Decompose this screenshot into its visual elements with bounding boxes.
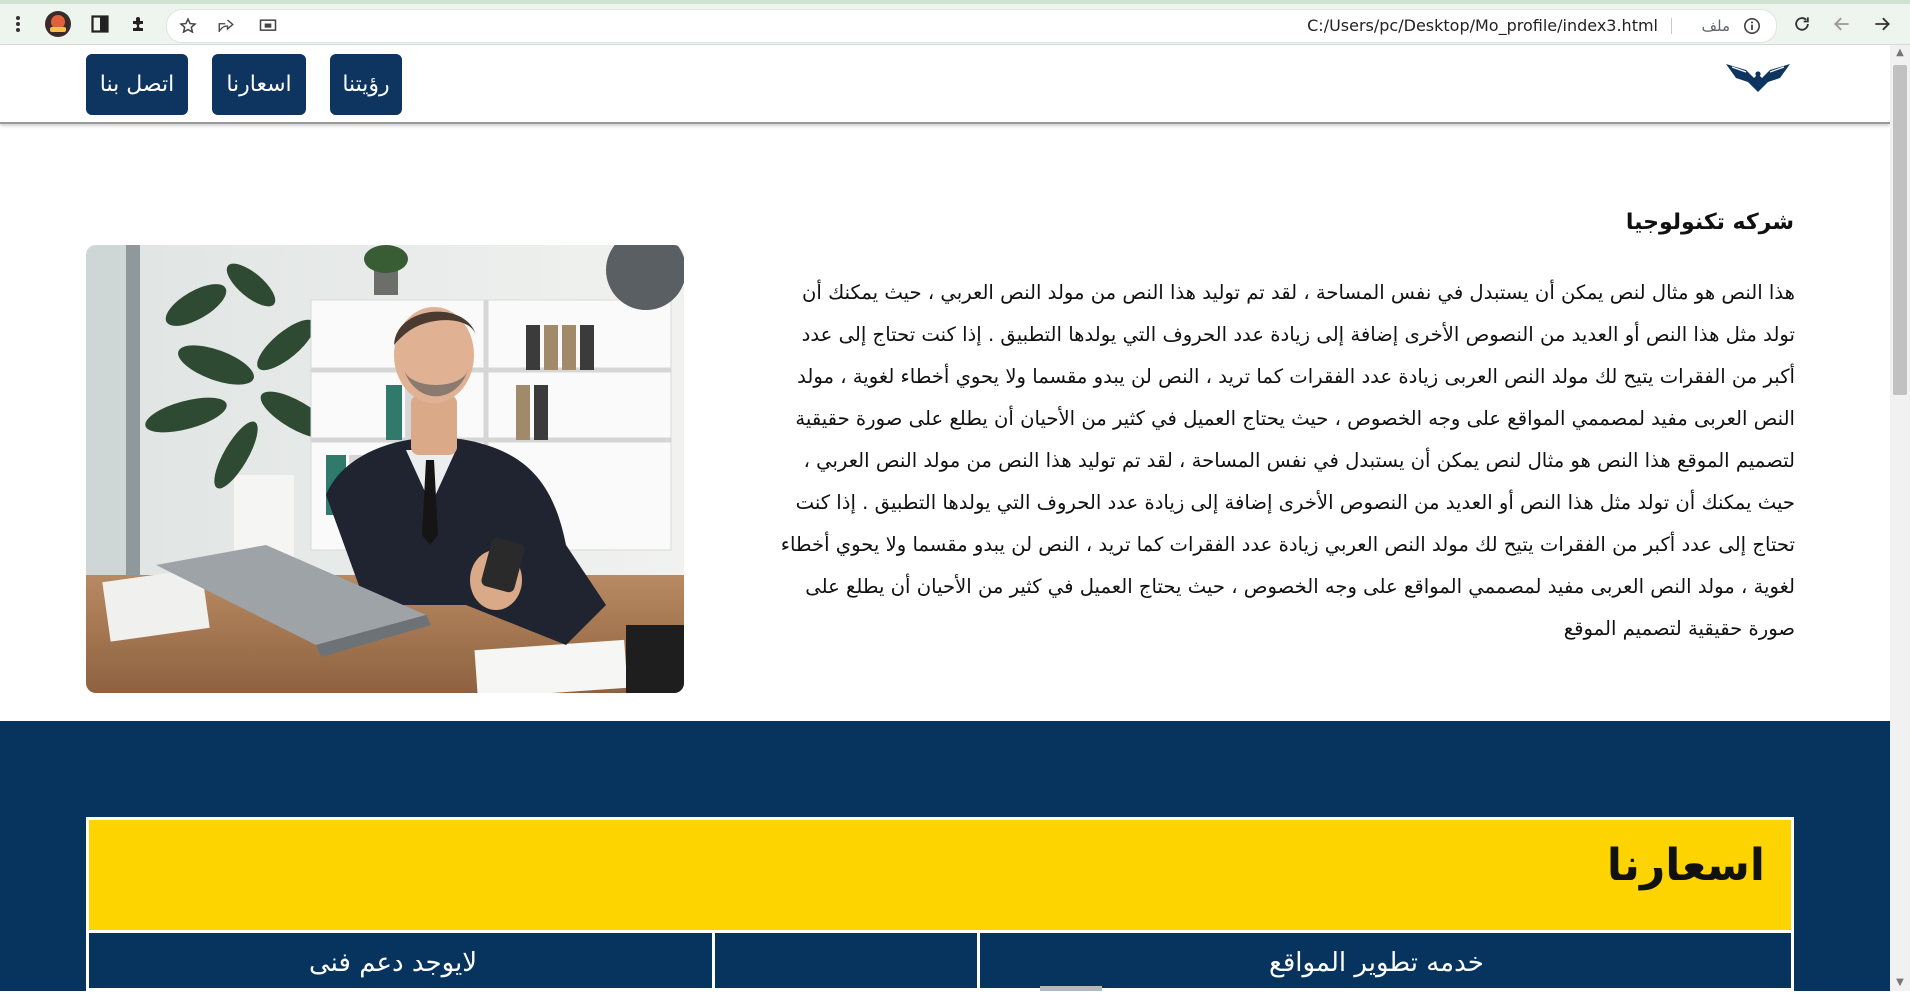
prices-row-divider	[89, 930, 1791, 933]
back-arrow-icon[interactable]	[1830, 4, 1854, 44]
businessman-photo	[86, 245, 684, 693]
horizontal-scroll-thumb[interactable]	[1040, 986, 1102, 991]
scroll-down-arrow-icon[interactable]: ▼	[1890, 975, 1910, 991]
column-divider	[977, 930, 980, 1000]
address-bar[interactable]: C:/Users/pc/Desktop/Mo_profile/index3.ht…	[166, 9, 1777, 43]
side-panel-icon[interactable]	[86, 4, 114, 44]
file-scheme-label: ملف	[1701, 17, 1730, 35]
menu-dots-icon[interactable]	[6, 4, 30, 44]
extensions-icon[interactable]	[124, 4, 154, 44]
eagle-logo-icon[interactable]	[1724, 58, 1792, 98]
prices-title: اسعارنا	[1606, 840, 1765, 891]
prices-table: اسعارنا خدمه تطوير المواقع لايوجد دعم فن…	[86, 817, 1794, 1000]
star-icon[interactable]	[175, 10, 201, 42]
prices-header: اسعارنا	[89, 820, 1791, 930]
scroll-up-arrow-icon[interactable]: ▲	[1890, 45, 1910, 61]
price-cell: لايوجد دعم فنى	[309, 948, 478, 978]
vertical-scrollbar[interactable]: ▲ ▼	[1890, 45, 1910, 991]
company-description: هذا النص هو مثال لنص يمكن أن يستبدل في ن…	[780, 281, 1795, 640]
forward-arrow-icon[interactable]	[1870, 4, 1894, 44]
nav-prices-button[interactable]: اسعارنا	[212, 54, 306, 115]
scroll-thumb[interactable]	[1893, 65, 1907, 395]
share-icon[interactable]	[213, 10, 239, 42]
profile-avatar-icon[interactable]	[42, 4, 74, 44]
site-header: اتصل بنا اسعارنا رؤيتنا	[0, 45, 1890, 124]
info-icon[interactable]	[1740, 10, 1764, 42]
price-cell: خدمه تطوير المواقع	[1269, 948, 1484, 978]
browser-toolbar: C:/Users/pc/Desktop/Mo_profile/index3.ht…	[0, 4, 1910, 45]
omnibox-separator	[1671, 18, 1672, 34]
screen-cast-icon[interactable]	[255, 10, 281, 42]
nav-contact-button[interactable]: اتصل بنا	[86, 54, 188, 115]
url-text[interactable]: C:/Users/pc/Desktop/Mo_profile/index3.ht…	[1307, 10, 1658, 42]
nav-vision-button[interactable]: رؤيتنا	[330, 54, 402, 115]
company-title: شركه تكنولوجيا	[1625, 210, 1794, 235]
column-divider	[712, 930, 715, 1000]
reload-icon[interactable]	[1790, 4, 1814, 44]
